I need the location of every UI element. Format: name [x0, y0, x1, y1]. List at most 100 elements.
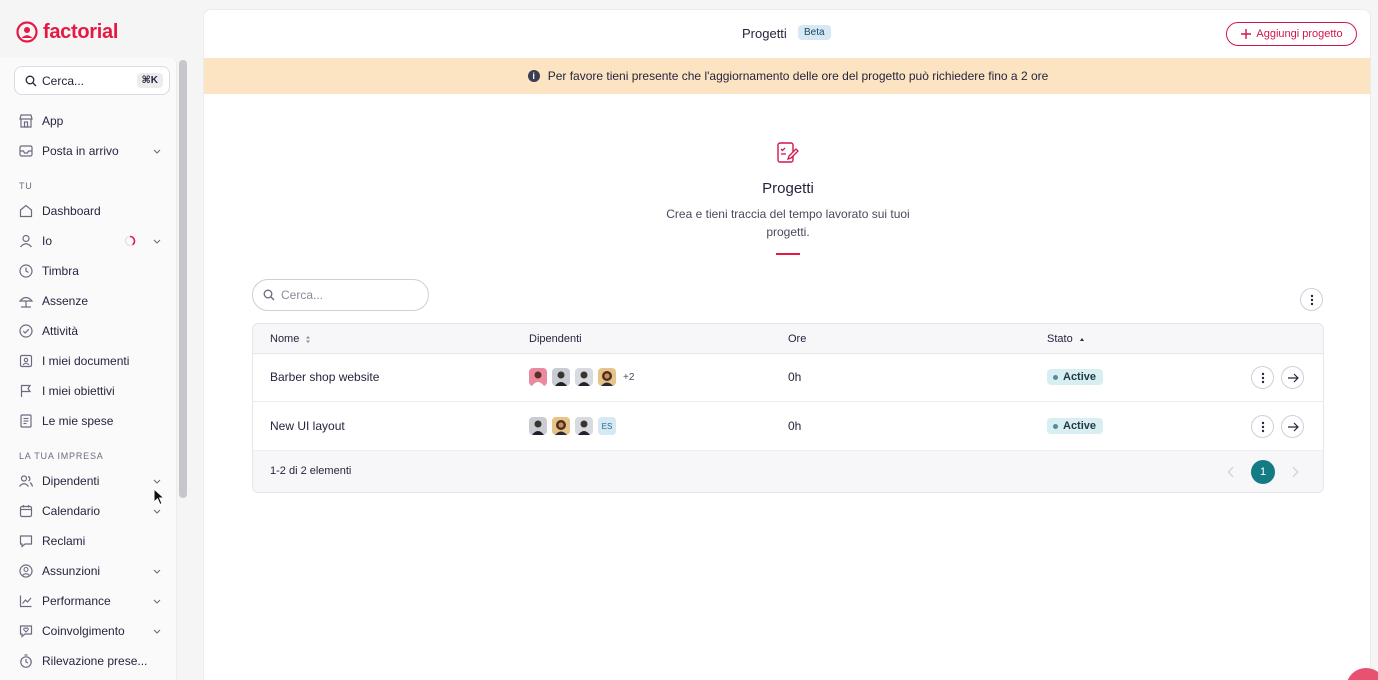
page-button-current[interactable]: 1	[1251, 460, 1275, 484]
sidebar-item-label: Coinvolgimento	[42, 624, 125, 638]
project-name: New UI layout	[270, 419, 345, 433]
more-vertical-icon	[1261, 421, 1264, 432]
people-icon	[18, 473, 34, 489]
brand-name: factorial	[43, 20, 119, 43]
person-icon	[18, 233, 34, 249]
search-shortcut-badge: ⌘K	[136, 73, 163, 88]
beta-badge: Beta	[798, 25, 831, 40]
sidebar-item-time-tracking[interactable]: Rilevazione prese...	[18, 650, 162, 672]
add-project-button[interactable]: Aggiungi progetto	[1226, 22, 1357, 46]
sidebar-search-input[interactable]: Cerca... ⌘K	[14, 66, 170, 95]
row-more-options-button[interactable]	[1251, 366, 1274, 389]
sidebar-item-label: I miei documenti	[42, 354, 130, 368]
sidebar-item-clock-in[interactable]: Timbra	[18, 260, 162, 282]
sidebar-item-engagement[interactable]: Coinvolgimento	[18, 620, 162, 642]
table-more-options-button[interactable]	[1300, 288, 1323, 311]
stopwatch-icon	[18, 653, 34, 669]
plus-icon	[1241, 29, 1252, 39]
more-vertical-icon	[1310, 294, 1313, 305]
section-label-you: TU	[19, 181, 33, 191]
chevron-down-icon[interactable]	[152, 146, 162, 156]
avatar[interactable]	[529, 368, 547, 386]
projects-table: Nome Dipendenti Ore Stato Barber shop we…	[252, 323, 1324, 493]
row-open-button[interactable]	[1281, 366, 1304, 389]
sidebar-item-label: Timbra	[42, 264, 79, 278]
chevron-down-icon[interactable]	[152, 476, 162, 486]
avatar[interactable]	[598, 368, 616, 386]
avatar-initials[interactable]: ES	[598, 417, 616, 435]
chevron-down-icon[interactable]	[152, 626, 162, 636]
chevron-right-icon[interactable]	[1291, 466, 1299, 478]
more-vertical-icon	[1261, 372, 1264, 383]
sidebar-item-employees[interactable]: Dipendenti	[18, 470, 162, 492]
column-header-employees: Dipendenti	[529, 333, 582, 345]
sidebar-item-app[interactable]: App	[18, 110, 162, 132]
row-open-button[interactable]	[1281, 415, 1304, 438]
section-label-company: LA TUA IMPRESA	[19, 451, 104, 461]
sidebar-search-placeholder: Cerca...	[42, 73, 85, 88]
chevron-down-icon[interactable]	[152, 506, 162, 516]
status-badge: Active	[1047, 369, 1104, 385]
row-more-options-button[interactable]	[1251, 415, 1274, 438]
sidebar-item-tasks[interactable]: Attività	[18, 320, 162, 342]
empty-state-subtitle: Crea e tieni traccia del tempo lavorato …	[666, 207, 910, 239]
search-icon	[25, 75, 37, 86]
factorial-logo-icon	[16, 21, 38, 43]
folder-icon	[18, 353, 34, 369]
sidebar-item-label: Le mie spese	[42, 414, 114, 428]
status-badge: Active	[1047, 418, 1104, 434]
sidebar-item-complaints[interactable]: Reclami	[18, 530, 162, 552]
sidebar-item-inbox[interactable]: Posta in arrivo	[18, 140, 162, 162]
status-label: Active	[1063, 420, 1097, 432]
table-search-input[interactable]: Cerca...	[252, 279, 429, 311]
column-header-status[interactable]: Stato	[1047, 333, 1085, 345]
factorial-logo[interactable]: factorial	[16, 20, 118, 44]
chevron-left-icon[interactable]	[1227, 466, 1235, 478]
chevron-down-icon[interactable]	[152, 566, 162, 576]
avatar[interactable]	[529, 417, 547, 435]
sidebar-scrollbar[interactable]	[179, 60, 187, 498]
sidebar-item-calendar[interactable]: Calendario	[18, 500, 162, 522]
avatar[interactable]	[552, 368, 570, 386]
search-icon	[263, 289, 275, 301]
sidebar-item-recruiting[interactable]: Assunzioni	[18, 560, 162, 582]
sidebar: factorial Cerca... ⌘K App Posta in arriv…	[0, 0, 192, 680]
mouse-cursor-icon	[153, 488, 165, 506]
sidebar-item-my-documents[interactable]: I miei documenti	[18, 350, 162, 372]
sort-ascending-icon	[1079, 337, 1084, 341]
column-header-name[interactable]: Nome	[270, 333, 311, 345]
sidebar-item-dashboard[interactable]: Dashboard	[18, 200, 162, 222]
avatar[interactable]	[575, 368, 593, 386]
sidebar-item-me[interactable]: Io	[18, 230, 162, 252]
status-label: Active	[1063, 371, 1097, 383]
sidebar-item-label: Performance	[42, 594, 111, 608]
info-icon: i	[527, 70, 540, 82]
sidebar-item-absences[interactable]: Assenze	[18, 290, 162, 312]
info-banner: i Per favore tieni presente che l'aggior…	[204, 58, 1370, 94]
sidebar-item-my-expenses[interactable]: Le mie spese	[18, 410, 162, 432]
avatar[interactable]	[552, 417, 570, 435]
employee-avatars: +2	[529, 368, 634, 386]
sidebar-item-label: Calendario	[42, 504, 101, 518]
table-search-placeholder: Cerca...	[281, 288, 324, 302]
page-title: Progetti	[742, 26, 787, 41]
hero-divider	[776, 253, 800, 255]
avatar[interactable]	[575, 417, 593, 435]
user-circle-icon	[18, 563, 34, 579]
sidebar-item-label: Attività	[42, 324, 79, 338]
banner-text: Per favore tieni presente che l'aggiorna…	[547, 69, 1049, 83]
project-hours: 0h	[788, 370, 802, 384]
sidebar-item-performance[interactable]: Performance	[18, 590, 162, 612]
row-actions	[1251, 366, 1304, 389]
sidebar-item-label: Dipendenti	[42, 474, 100, 488]
sidebar-item-label: App	[42, 114, 64, 128]
table-row[interactable]: Barber shop website +2 0h Active	[253, 354, 1323, 402]
chevron-down-icon[interactable]	[152, 596, 162, 606]
sidebar-item-my-goals[interactable]: I miei obiettivi	[18, 380, 162, 402]
chevron-down-icon[interactable]	[152, 236, 162, 246]
sidebar-item-label: Dashboard	[42, 204, 101, 218]
table-row[interactable]: New UI layout ES 0h Active	[253, 403, 1323, 451]
arrow-right-icon	[1287, 373, 1299, 382]
project-hours: 0h	[788, 419, 802, 433]
chart-icon	[18, 593, 34, 609]
